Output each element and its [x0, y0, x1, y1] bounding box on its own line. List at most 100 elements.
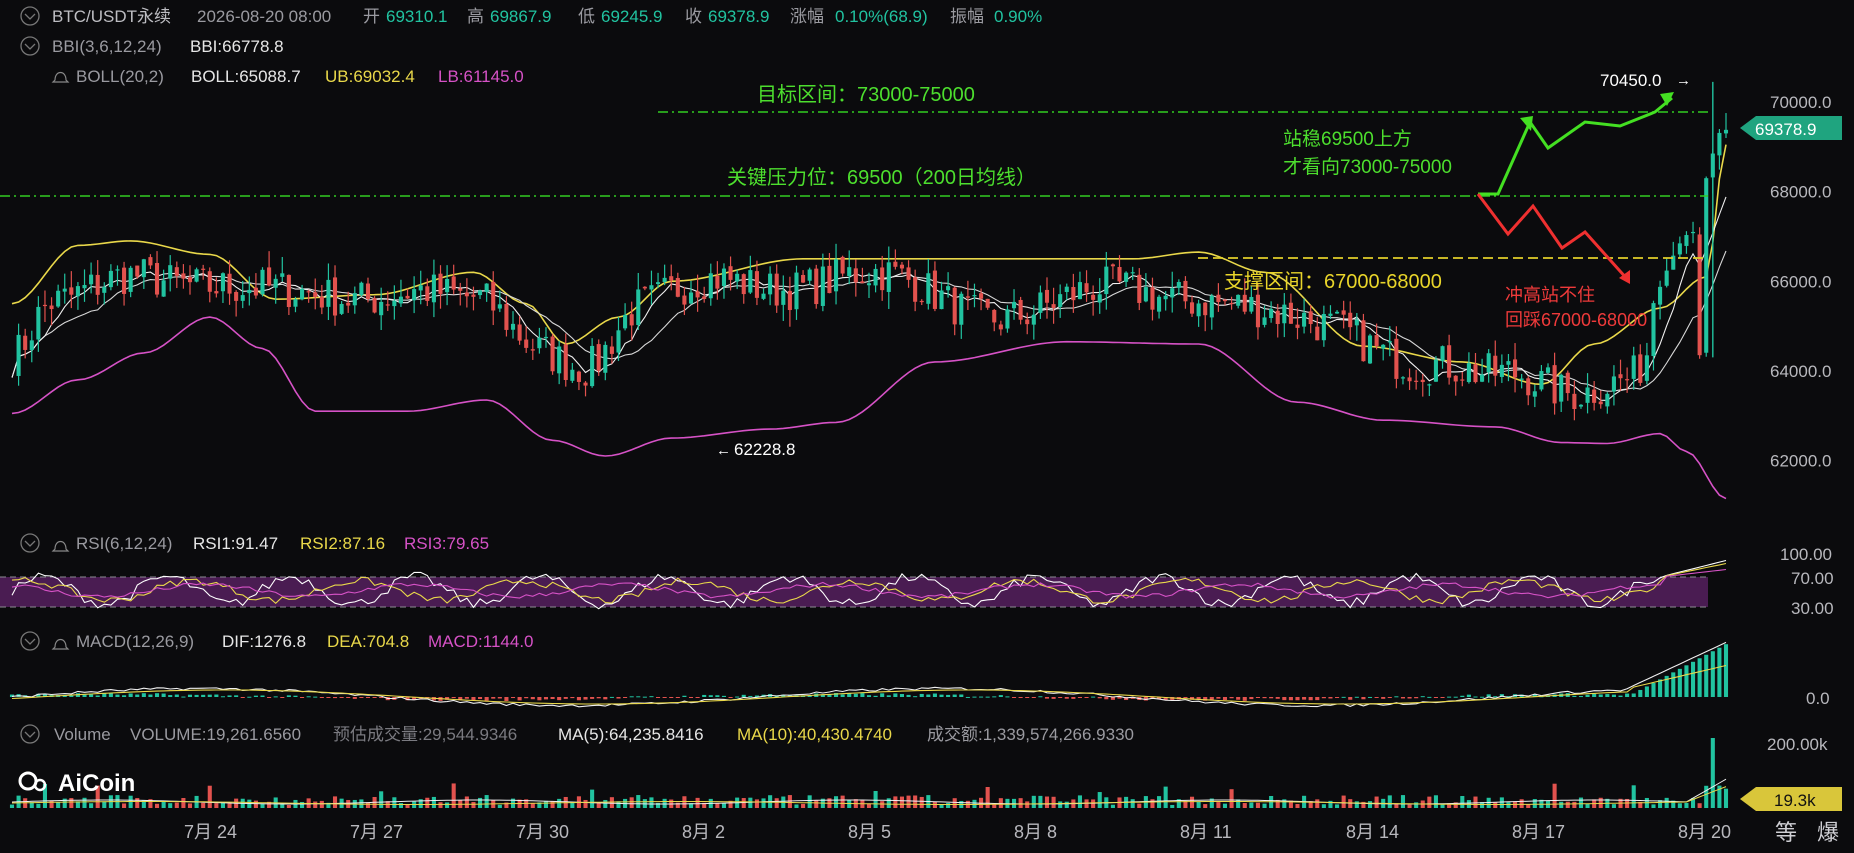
- volume-bar: [946, 802, 951, 808]
- volume-bar: [873, 790, 878, 808]
- macd-bar: [840, 694, 845, 697]
- volume-bar: [906, 795, 911, 808]
- volume-bar: [181, 797, 186, 808]
- high-marker-arrow: →: [1676, 72, 1691, 89]
- candle: [550, 333, 555, 375]
- macd-bar: [306, 696, 311, 698]
- macd-bar: [1091, 696, 1096, 698]
- volume-bar: [1315, 799, 1320, 808]
- date-tick: 7月 27: [350, 822, 403, 842]
- macd-bar: [1644, 686, 1649, 697]
- volume-bar: [583, 799, 588, 808]
- macd-bar: [1433, 697, 1438, 698]
- macd-bar: [616, 697, 621, 699]
- volume-bar: [1341, 795, 1346, 808]
- macd-bar: [728, 697, 733, 698]
- macd-bar: [451, 697, 456, 699]
- equal-ratio-button[interactable]: 等: [1775, 820, 1797, 845]
- macd-bar: [1717, 647, 1722, 697]
- price-tick: 64000.0: [1770, 362, 1831, 381]
- volume-bar: [847, 800, 852, 808]
- volume-bar: [801, 803, 806, 808]
- volume-bar: [207, 785, 212, 808]
- macd-dif-value: DIF:1276.8: [222, 632, 306, 651]
- macd-bar: [1295, 697, 1300, 701]
- volume-bar: [1097, 792, 1102, 808]
- volume-bar: [1519, 799, 1524, 808]
- volume-bar: [82, 797, 87, 808]
- macd-bar: [471, 697, 476, 701]
- macd-bar: [1592, 693, 1597, 697]
- volume-bar: [530, 803, 535, 808]
- liquidation-button[interactable]: 爆: [1817, 820, 1839, 845]
- support-zone-label: 支撑区间：67000-68000: [1224, 270, 1442, 293]
- macd-bar: [1572, 695, 1577, 697]
- volume-bar: [1473, 796, 1478, 808]
- macd-bar: [267, 697, 272, 698]
- macd-bar: [1335, 697, 1340, 698]
- macd-bar: [484, 697, 489, 701]
- candle: [359, 281, 364, 297]
- macd-bar: [510, 697, 516, 699]
- macd-bar: [234, 695, 239, 697]
- macd-bar: [985, 696, 990, 698]
- volume-bar: [1367, 801, 1373, 808]
- macd-bar: [1381, 697, 1386, 699]
- kline-chart-view[interactable]: BTC/USDT永续 2026-08-20 08:00 开 69310.1 高 …: [0, 0, 1854, 848]
- candle: [1704, 176, 1709, 357]
- volume-bar: [1631, 785, 1636, 808]
- volume-bar: [478, 797, 483, 808]
- volume-bar: [840, 795, 845, 808]
- macd-bar: [1723, 644, 1729, 697]
- volume-bar: [135, 798, 140, 808]
- volume-bar: [1196, 801, 1201, 808]
- macd-bar: [1222, 697, 1228, 700]
- volume-bar: [774, 798, 779, 808]
- macd-bar: [1414, 697, 1419, 699]
- volume-bar: [1684, 802, 1689, 808]
- rsi-tick-30: 30.00: [1791, 599, 1834, 618]
- volume-bar: [1460, 796, 1465, 808]
- volume-bar: [1321, 804, 1326, 808]
- macd-bar: [1097, 697, 1102, 699]
- volume-bar: [1440, 804, 1445, 808]
- macd-bar: [721, 695, 727, 697]
- macd-bar: [979, 696, 984, 698]
- volume-bar: [721, 802, 727, 808]
- volume-ma10: MA(10):40,430.4740: [737, 725, 892, 744]
- volume-bar: [603, 799, 608, 808]
- macd-bar: [557, 697, 562, 701]
- candle: [1367, 333, 1373, 364]
- macd-bar: [886, 695, 891, 697]
- volume-bar: [1295, 804, 1300, 808]
- macd-bar: [1585, 694, 1590, 697]
- chart-canvas[interactable]: BTC/USDT永续 2026-08-20 08:00 开 69310.1 高 …: [0, 0, 1854, 848]
- macd-name: MACD(12,26,9): [76, 632, 194, 651]
- macd-bar: [1631, 693, 1636, 697]
- macd-bar: [372, 697, 377, 698]
- macd-bar: [1255, 697, 1260, 698]
- macd-bar: [346, 697, 351, 698]
- macd-bar: [1453, 696, 1458, 698]
- volume-bar: [286, 804, 291, 808]
- volume-bar: [464, 796, 469, 808]
- macd-bar: [715, 695, 720, 697]
- change-value: 0.10%(68.9): [835, 7, 928, 26]
- volume-bar: [1262, 803, 1267, 808]
- volume-bar: [122, 803, 127, 808]
- macd-bar: [880, 693, 885, 697]
- date-tick: 8月 5: [848, 822, 891, 842]
- macd-bar: [1387, 697, 1392, 699]
- symbol-label: BTC/USDT永续: [52, 7, 171, 26]
- volume-bar: [833, 796, 839, 808]
- macd-bar: [649, 696, 654, 698]
- boll-lb-value: LB:61145.0: [438, 67, 524, 86]
- macd-bar: [89, 694, 94, 697]
- macd-bar: [1367, 696, 1373, 698]
- macd-bar: [524, 697, 529, 699]
- rsi-tick-70: 70.00: [1791, 569, 1834, 588]
- volume-bar: [438, 802, 443, 808]
- macd-bar: [662, 697, 667, 698]
- volume-bar: [1387, 795, 1392, 808]
- volume-bar: [1354, 801, 1359, 808]
